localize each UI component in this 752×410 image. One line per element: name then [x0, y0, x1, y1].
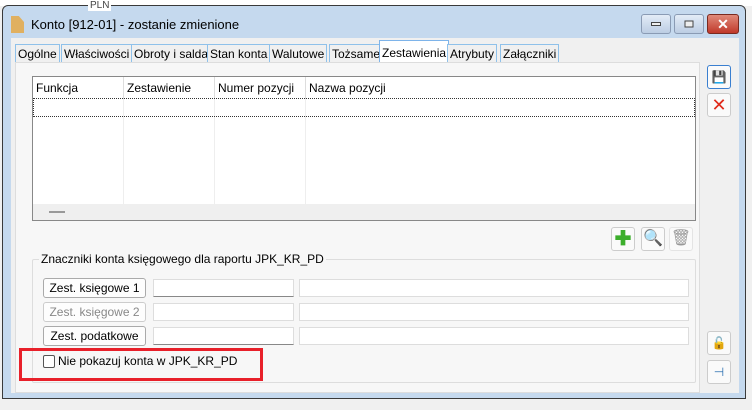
background-text: PLN — [88, 0, 112, 11]
maximize-icon — [684, 20, 694, 28]
close-icon: ✕ — [711, 95, 727, 115]
plus-icon: ✚ — [614, 228, 632, 250]
group-title: Znaczniki konta księgowego dla raportu J… — [39, 252, 326, 266]
footer-dash — [49, 211, 65, 213]
tab-walutowe[interactable]: Walutowe — [269, 44, 328, 63]
tab-atrybuty[interactable]: Atrybuty — [447, 44, 498, 63]
view-button[interactable]: 🔍 — [641, 227, 665, 251]
tab-tozsame[interactable]: Tożsame — [329, 44, 384, 63]
table-row[interactable] — [33, 98, 695, 117]
unlock-icon: 🔓 — [711, 336, 727, 350]
account-window: Konto [912-01] - zostanie zmienione ✕ Og… — [2, 5, 746, 399]
delete-button[interactable]: 🗑 — [669, 227, 693, 251]
tab-zestawienia[interactable]: Zestawienia — [379, 40, 450, 64]
maximize-button[interactable] — [674, 14, 704, 34]
add-button[interactable]: ✚ — [611, 227, 635, 251]
lock-button[interactable]: 🔓 — [707, 331, 731, 355]
tab-obroty-i-salda[interactable]: Obroty i salda — [131, 44, 212, 63]
tab-stan-konta[interactable]: Stan konta — [207, 44, 271, 63]
cancel-button[interactable]: ✕ — [707, 93, 731, 117]
zest-podatkowe-name — [299, 327, 689, 345]
window-client: Ogólne Właściwości Obroty i salda Stan k… — [11, 38, 739, 393]
tab-zalaczniki[interactable]: Załączniki — [500, 44, 560, 63]
close-button[interactable]: ✕ — [707, 14, 739, 34]
zest-ksiegowe-1-name — [299, 279, 689, 297]
highlight-annotation — [19, 348, 263, 381]
zest-ksiegowe-2-name — [299, 303, 689, 321]
trash-icon: 🗑 — [670, 230, 692, 247]
column-header-zestawienie[interactable]: Zestawienie — [124, 77, 215, 99]
tab-wlasciwosci[interactable]: Właściwości — [61, 44, 133, 63]
zest-podatkowe-button[interactable]: Zest. podatkowe — [43, 326, 146, 346]
zestawienia-panel: Funkcja Zestawienie Numer pozycji Nazwa … — [15, 62, 700, 393]
document-icon — [11, 16, 24, 33]
zest-ksiegowe-2-button[interactable]: Zest. księgowe 2 — [43, 302, 146, 322]
zest-ksiegowe-1-code[interactable] — [153, 279, 294, 297]
window-title: Konto [912-01] - zostanie zmienione — [31, 17, 240, 32]
floppy-disk-icon: 💾 — [711, 70, 727, 84]
pin-icon: ⊣ — [713, 365, 725, 379]
column-header-nazwa-pozycji[interactable]: Nazwa pozycji — [306, 77, 695, 99]
column-header-numer-pozycji[interactable]: Numer pozycji — [215, 77, 306, 99]
minimize-button[interactable] — [641, 14, 671, 34]
zest-ksiegowe-1-button[interactable]: Zest. księgowe 1 — [43, 278, 146, 298]
zestawienia-grid[interactable]: Funkcja Zestawienie Numer pozycji Nazwa … — [32, 76, 696, 221]
save-button[interactable]: 💾 — [707, 65, 731, 89]
grid-footer — [33, 204, 695, 220]
minimize-icon — [651, 22, 661, 26]
close-icon: ✕ — [717, 16, 729, 32]
zest-podatkowe-code[interactable] — [153, 327, 294, 345]
zest-ksiegowe-2-code[interactable] — [153, 303, 294, 321]
column-header-funkcja[interactable]: Funkcja — [33, 77, 124, 99]
tab-ogolne[interactable]: Ogólne — [15, 44, 60, 63]
pin-button[interactable]: ⊣ — [707, 360, 731, 384]
search-icon: 🔍 — [643, 230, 663, 247]
